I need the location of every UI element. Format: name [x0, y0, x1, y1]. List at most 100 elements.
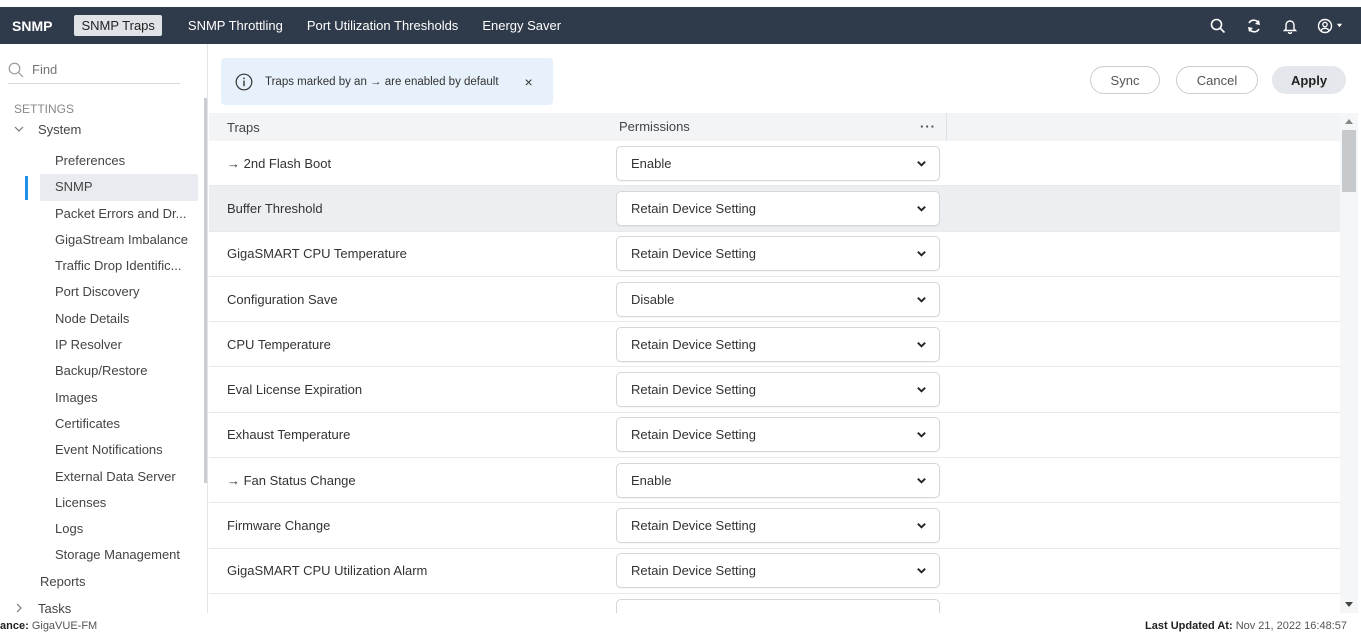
table-row[interactable]: Exhaust Temperature Retain Device Setting	[209, 413, 1340, 459]
sidebar-item-snmp[interactable]: SNMP	[40, 174, 198, 201]
permission-select[interactable]: Disable	[616, 281, 940, 317]
chevron-down-icon	[917, 568, 926, 574]
chevron-down-icon	[917, 523, 926, 529]
trap-name: GigaSMART CPU Temperature	[227, 246, 407, 262]
last-updated: Last Updated At: Nov 21, 2022 16:48:57	[1145, 620, 1347, 632]
chevron-down-icon	[917, 387, 926, 393]
sidebar-item-event-notifications[interactable]: Event Notifications	[40, 437, 198, 463]
find-input[interactable]	[32, 62, 172, 77]
scroll-down-icon[interactable]	[1345, 602, 1353, 607]
trap-name: → 2nd Flash Boot	[227, 155, 332, 171]
scroll-up-icon[interactable]	[1345, 119, 1353, 124]
settings-section-label: SETTINGS	[14, 102, 75, 116]
table-row[interactable]: CPU Temperature Retain Device Setting	[209, 322, 1340, 368]
trap-name: GigaSMART CPU Utilization Alarm	[227, 563, 428, 579]
chevron-down-icon	[917, 205, 926, 212]
permission-select[interactable]: Retain Device Setting	[616, 326, 940, 362]
cancel-button[interactable]: Cancel	[1176, 66, 1258, 94]
bell-icon[interactable]	[1281, 17, 1299, 35]
scrollbar-thumb[interactable]	[1342, 130, 1356, 192]
permission-select[interactable]	[616, 598, 940, 613]
sidebar-item-port-discovery[interactable]: Port Discovery	[40, 279, 198, 305]
sidebar-item-images[interactable]: Images	[40, 385, 198, 411]
tree-item-label: System	[38, 122, 82, 137]
sidebar-item-traffic-drop[interactable]: Traffic Drop Identific...	[40, 253, 198, 279]
search-icon[interactable]	[1209, 17, 1227, 35]
permission-value: Enable	[631, 472, 672, 488]
chevron-down-icon	[14, 122, 26, 137]
column-header-traps[interactable]: Traps	[209, 120, 607, 135]
sidebar-item-preferences[interactable]: Preferences	[40, 148, 198, 174]
sidebar-item-licenses[interactable]: Licenses	[40, 490, 198, 516]
table-row[interactable]: Firmware Change Retain Device Setting	[209, 503, 1340, 549]
trap-name: Buffer Threshold	[227, 200, 323, 216]
active-indicator	[25, 176, 28, 200]
chevron-down-icon	[917, 296, 926, 303]
settings-sidebar: SETTINGS System Preferences SNMP Packet …	[0, 48, 208, 613]
tab-snmp-throttling[interactable]: SNMP Throttling	[188, 18, 283, 33]
tree-item-tasks[interactable]: Tasks	[14, 601, 71, 613]
user-icon[interactable]	[1317, 17, 1343, 35]
last-updated-value: Nov 21, 2022 16:48:57	[1235, 620, 1347, 632]
search-icon	[8, 62, 24, 77]
table-row[interactable]: Configuration Save Disable	[209, 277, 1340, 323]
table-header: Traps Permissions ···	[209, 113, 1340, 141]
column-header-permissions[interactable]: Permissions ···	[607, 113, 947, 141]
permission-select[interactable]: Retain Device Setting	[616, 236, 940, 272]
permission-value: Retain Device Setting	[631, 382, 757, 398]
system-nav-list: Preferences SNMP Packet Errors and Dr...…	[40, 148, 198, 569]
top-navbar: SNMP SNMP Traps SNMP Throttling Port Uti…	[0, 7, 1361, 44]
table-row[interactable]: → Fan Status Change Enable	[209, 458, 1340, 504]
trap-name: Configuration Save	[227, 291, 338, 307]
table-row[interactable]: → 2nd Flash Boot Enable	[209, 141, 1340, 187]
permission-select[interactable]: Retain Device Setting	[616, 372, 940, 408]
sidebar-item-logs[interactable]: Logs	[40, 516, 198, 542]
table-row[interactable]: GigaSMART CPU Temperature Retain Device S…	[209, 232, 1340, 277]
apply-button[interactable]: Apply	[1272, 66, 1346, 94]
tab-port-utilization-thresholds[interactable]: Port Utilization Thresholds	[307, 18, 459, 33]
sidebar-divider	[207, 44, 208, 613]
permission-select[interactable]: Enable	[616, 462, 940, 498]
sidebar-item-ip-resolver[interactable]: IP Resolver	[40, 332, 198, 358]
sidebar-item-storage-management[interactable]: Storage Management	[40, 542, 198, 568]
instance-info: ance: GigaVUE-FM	[0, 620, 97, 632]
permission-select[interactable]: Enable	[616, 145, 940, 181]
find-box[interactable]	[8, 56, 180, 84]
sidebar-item-certificates[interactable]: Certificates	[40, 411, 198, 437]
sidebar-item-reports[interactable]: Reports	[40, 574, 86, 589]
permission-select[interactable]: Retain Device Setting	[616, 508, 940, 544]
permission-value: Retain Device Setting	[631, 563, 757, 579]
permission-select[interactable]: Retain Device Setting	[616, 417, 940, 453]
refresh-icon[interactable]	[1245, 17, 1263, 35]
permission-value: Retain Device Setting	[631, 518, 757, 534]
app-title: SNMP	[12, 17, 53, 34]
trap-name: CPU Temperature	[227, 336, 331, 352]
sidebar-item-packet-errors[interactable]: Packet Errors and Dr...	[40, 201, 198, 227]
tree-item-label: Tasks	[38, 601, 72, 613]
info-banner: Traps marked by an → are enabled by defa…	[221, 58, 553, 105]
sidebar-item-backup-restore[interactable]: Backup/Restore	[40, 358, 198, 384]
table-scrollbar[interactable]	[1340, 113, 1358, 613]
sidebar-item-node-details[interactable]: Node Details	[40, 306, 198, 332]
last-updated-label: Last Updated At:	[1145, 620, 1233, 632]
table-row[interactable]: GigaSMART CPU Utilization Alarm Retain De…	[209, 549, 1340, 594]
column-menu-icon[interactable]: ···	[920, 113, 936, 141]
chevron-down-icon	[917, 160, 926, 167]
trap-name: → Fan Status Change	[227, 472, 356, 488]
traps-table: Traps Permissions ··· → 2nd Flash Boot En…	[209, 113, 1340, 613]
permission-select[interactable]: Retain Device Setting	[616, 190, 940, 226]
permission-value: Enable	[631, 155, 672, 171]
tab-energy-saver[interactable]: Energy Saver	[482, 18, 561, 33]
sidebar-item-external-data-server[interactable]: External Data Server	[40, 464, 198, 490]
table-row[interactable]: Buffer Threshold Retain Device Setting	[209, 186, 1340, 232]
table-row[interactable]	[209, 594, 1340, 613]
table-row[interactable]: Eval License Expiration Retain Device Set…	[209, 367, 1340, 413]
tree-item-system[interactable]: System	[14, 122, 81, 137]
permission-value: Retain Device Setting	[631, 336, 757, 352]
permission-select[interactable]: Retain Device Setting	[616, 553, 940, 589]
tab-snmp-traps[interactable]: SNMP Traps	[74, 15, 162, 36]
close-icon[interactable]: ×	[525, 74, 533, 90]
status-footer: ance: GigaVUE-FM Last Updated At: Nov 21…	[0, 617, 1361, 635]
sync-button[interactable]: Sync	[1090, 66, 1160, 94]
sidebar-item-gigastream-imbalance[interactable]: GigaStream Imbalance	[40, 227, 198, 253]
